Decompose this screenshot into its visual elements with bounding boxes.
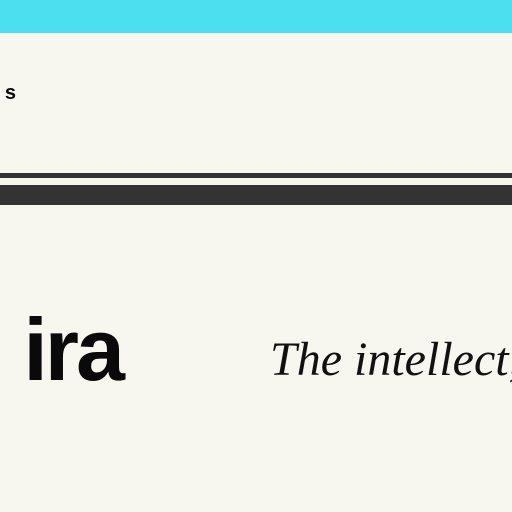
top-accent-bar [0,0,512,33]
nav-link-label: s [4,82,16,104]
divider-thin [0,173,512,178]
divider-thick [0,185,512,205]
site-wordmark-text: ira [23,300,125,399]
nav-link[interactable]: s [0,80,40,106]
site-tagline-text: The intellect, [270,333,512,386]
site-tagline: The intellect, [270,325,512,395]
site-wordmark[interactable]: ira [0,300,130,400]
